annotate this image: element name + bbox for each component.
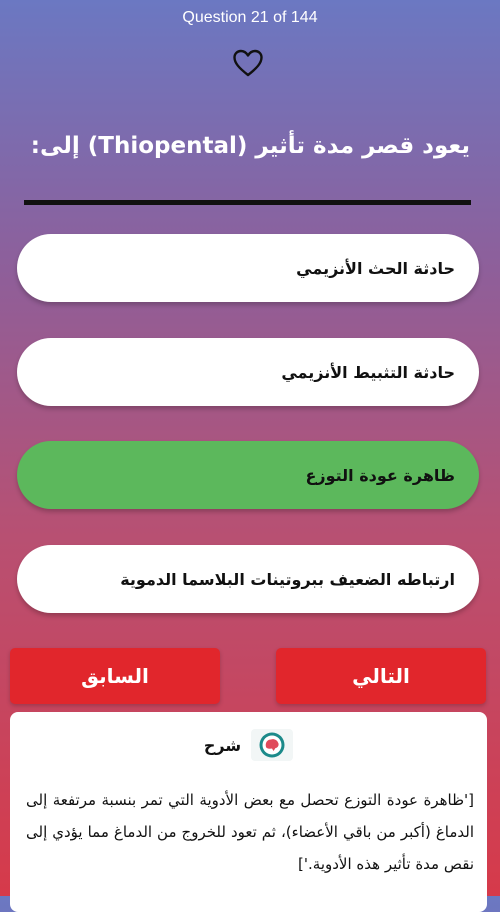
answer-option-label: حادثة الحث الأنزيمي <box>296 258 455 278</box>
brain-logo-icon <box>251 729 294 761</box>
heart-icon[interactable] <box>232 48 264 78</box>
answer-option-label: ارتباطه الضعيف ببروتينات البلاسما الدموي… <box>120 569 455 589</box>
answer-option-2[interactable]: حادثة التثبيط الأنزيمي <box>17 338 479 406</box>
question-divider <box>24 200 471 205</box>
answer-option-label: حادثة التثبيط الأنزيمي <box>281 362 455 382</box>
answer-option-3-correct[interactable]: ظاهرة عودة التوزع <box>17 441 479 509</box>
explanation-card: شرح ['ظاهرة عودة التوزع تحصل مع بعض الأد… <box>10 712 487 912</box>
answer-option-1[interactable]: حادثة الحث الأنزيمي <box>17 234 479 302</box>
explanation-header: شرح <box>10 729 487 761</box>
answer-option-label: ظاهرة عودة التوزع <box>305 465 455 485</box>
previous-button[interactable]: السابق <box>10 648 220 704</box>
question-text: يعود قصر مدة تأثير (Thiopental) إلى: <box>30 133 470 159</box>
next-button[interactable]: التالي <box>276 648 486 704</box>
explanation-text: ['ظاهرة عودة التوزع تحصل مع بعض الأدوية … <box>26 791 474 873</box>
explanation-title: شرح <box>203 735 242 755</box>
answer-option-4[interactable]: ارتباطه الضعيف ببروتينات البلاسما الدموي… <box>17 545 479 613</box>
question-counter: Question 21 of 144 <box>182 9 318 26</box>
